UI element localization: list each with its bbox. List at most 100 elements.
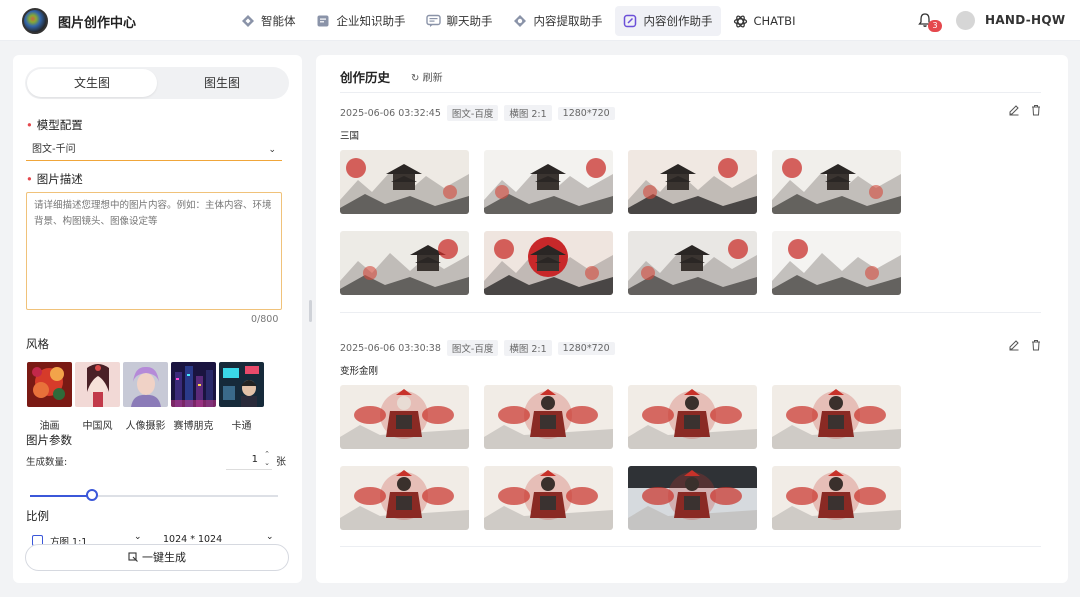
chevron-down-icon: ⌄ [268,145,276,155]
generated-image[interactable] [484,150,613,214]
chevron-down-icon: ⌄ [266,532,274,542]
app-logo[interactable] [22,8,48,34]
user-name[interactable]: HAND-HQW [985,13,1065,27]
slider-handle[interactable] [86,489,98,501]
tab-text-to-image[interactable]: 文生图 [27,69,157,97]
generated-image[interactable] [628,385,757,449]
generated-image[interactable] [772,385,901,449]
nav-item-create[interactable]: 内容创作助手 [614,6,721,36]
generated-image[interactable] [628,150,757,214]
generated-image[interactable] [484,385,613,449]
nav-label: 聊天助手 [446,14,493,28]
style-oil-painting[interactable] [27,362,72,407]
extract-icon [513,14,528,29]
style-cyberpunk[interactable] [171,362,216,407]
generated-image[interactable] [340,231,469,295]
edit-icon[interactable] [1008,104,1020,116]
style-chinese[interactable] [75,362,120,407]
app-title: 图片创作中心 [58,16,137,31]
generated-image[interactable] [628,466,757,530]
main-nav: 智能体 企业知识助手 聊天助手 内容提取助手 内容创作助手 CHATBI [232,6,807,36]
quantity-slider[interactable] [30,489,278,501]
model-value: 图文-千问 [32,144,76,155]
params-label: 图片参数 [26,433,72,447]
history-time: 2025-06-06 03:32:45 [340,107,441,119]
slider-fill [30,495,92,497]
style-name: 赛博朋克 [173,421,214,432]
model-select[interactable]: 图文-千问 ⌄ [26,139,282,161]
nav-label: 智能体 [261,14,296,28]
char-counter: 0/800 [251,314,279,325]
avatar[interactable] [956,11,975,30]
mode-switch: 文生图 图生图 [25,67,289,99]
refresh-icon: ↻ [411,73,420,84]
nav-item-agent[interactable]: 智能体 [232,6,304,36]
agent-icon [240,14,255,29]
openai-icon [733,14,748,29]
history-prompt: 变形金刚 [340,366,379,377]
description-input[interactable] [26,192,282,310]
divider [340,92,1041,93]
style-name: 人像摄影 [125,421,166,432]
ratio-tag: 横图 2:1 [504,105,552,121]
nav-item-chatbi[interactable]: CHATBI [725,6,804,36]
generated-image[interactable] [484,466,613,530]
ratio-label: 比例 [26,509,49,523]
nav-label: 内容创作助手 [643,14,713,28]
model-tag: 图文-百度 [446,105,499,121]
divider [340,546,1041,547]
size-tag: 1280*720 [557,106,615,120]
divider [340,312,1041,313]
generation-panel: 文生图 图生图 •模型配置 图文-千问 ⌄ •图片描述 0/800 风格 油画 … [13,55,302,583]
top-bar: 图片创作中心 智能体 企业知识助手 聊天助手 内容提取助手 内容创作助手 CHA… [0,0,1080,41]
style-name: 卡通 [231,421,252,432]
nav-item-chat[interactable]: 聊天助手 [418,6,501,36]
generate-label: 一键生成 [142,551,186,564]
model-label: • 模型配置 [26,118,83,132]
style-label: 风格 [26,337,49,351]
ratio-tag: 横图 2:1 [504,340,552,356]
panel-resize-handle[interactable] [309,300,312,322]
edit-icon[interactable] [1008,339,1020,351]
quantity-stepper[interactable]: 1 ⌃ ⌄ [226,450,272,470]
generated-image[interactable] [772,150,901,214]
create-icon [623,14,638,29]
count-label: 生成数量: [26,457,68,468]
quantity-value: 1 [251,454,258,465]
generated-image[interactable] [340,150,469,214]
history-meta: 2025-06-06 03:30:38 图文-百度 横图 2:1 1280*72… [340,340,615,356]
history-title: 创作历史 [340,70,391,85]
chevron-down-icon: ⌄ [134,532,142,542]
style-portrait[interactable] [123,362,168,407]
generated-image[interactable] [340,466,469,530]
notification-badge: 3 [928,20,942,32]
model-tag: 图文-百度 [446,340,499,356]
history-prompt: 三国 [340,131,360,142]
count-unit: 张 [276,457,286,468]
style-name: 油画 [39,421,60,432]
style-name: 中国风 [82,421,113,432]
nav-label: CHATBI [753,14,796,28]
nav-label: 企业知识助手 [336,14,406,28]
stepper-arrows-icon[interactable]: ⌃ ⌄ [264,450,270,468]
magic-icon [128,552,138,562]
tab-image-to-image[interactable]: 图生图 [157,69,287,97]
nav-item-knowledge[interactable]: 企业知识助手 [308,6,414,36]
generated-image[interactable] [772,466,901,530]
history-panel: 创作历史 ↻ 刷新 2025-06-06 03:32:45 图文-百度 横图 2… [316,55,1068,583]
generated-image[interactable] [340,385,469,449]
style-cartoon[interactable] [219,362,264,407]
refresh-button[interactable]: ↻ 刷新 [411,69,443,84]
delete-icon[interactable] [1030,104,1042,116]
generated-image[interactable] [772,231,901,295]
generate-button[interactable]: 一键生成 [25,544,289,571]
description-label: • 图片描述 [26,172,83,186]
generated-image[interactable] [484,231,613,295]
generated-image[interactable] [628,231,757,295]
history-meta: 2025-06-06 03:32:45 图文-百度 横图 2:1 1280*72… [340,105,615,121]
history-time: 2025-06-06 03:30:38 [340,342,441,354]
nav-item-extract[interactable]: 内容提取助手 [505,6,611,36]
delete-icon[interactable] [1030,339,1042,351]
size-tag: 1280*720 [557,341,615,355]
nav-label: 内容提取助手 [533,14,603,28]
